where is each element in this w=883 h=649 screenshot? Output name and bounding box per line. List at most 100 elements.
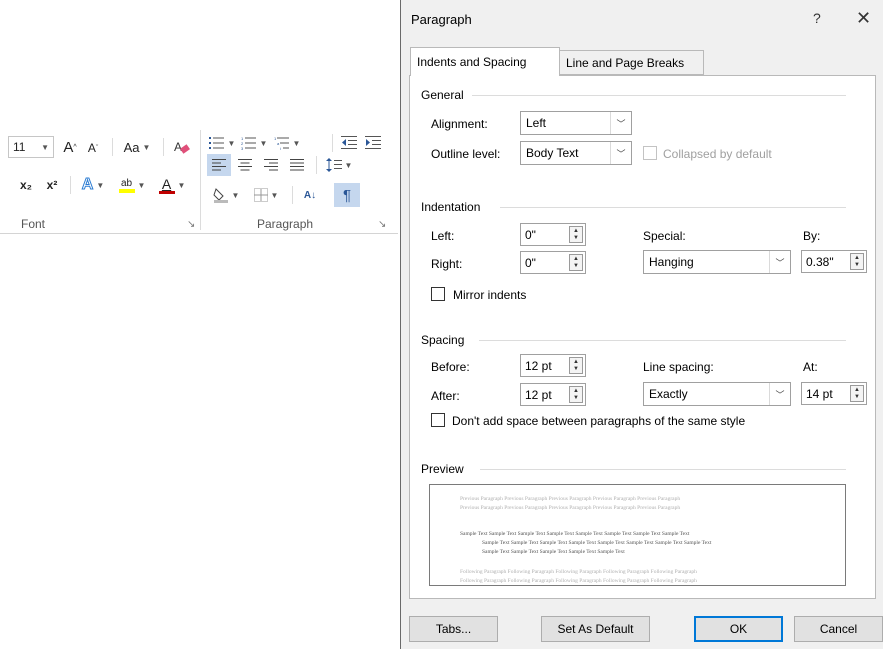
spin-up-icon[interactable]: ▲ bbox=[570, 358, 582, 366]
set-as-default-button[interactable]: Set As Default bbox=[541, 616, 650, 642]
spin-down-icon[interactable]: ▼ bbox=[851, 394, 863, 402]
alignment-select[interactable]: Left ﹀ bbox=[520, 111, 632, 135]
outline-level-label: Outline level: bbox=[431, 147, 501, 161]
help-icon[interactable]: ? bbox=[813, 10, 821, 26]
collapsed-by-default-checkbox[interactable] bbox=[643, 146, 657, 160]
borders-button[interactable]: ▼ bbox=[248, 184, 284, 206]
bullets-button[interactable]: ▼ bbox=[208, 132, 236, 154]
preview-sample-line: Sample Text Sample Text Sample Text Samp… bbox=[482, 540, 712, 546]
spin-buttons[interactable]: ▲ ▼ bbox=[850, 253, 864, 270]
preview-following-line: Following Paragraph Following Paragraph … bbox=[460, 569, 697, 575]
numbering-icon: 123 bbox=[241, 136, 256, 150]
paragraph-dialog-launcher-icon[interactable]: ↘ bbox=[378, 219, 386, 230]
before-spinner[interactable]: 12 pt ▲ ▼ bbox=[520, 354, 586, 377]
spin-up-icon[interactable]: ▲ bbox=[570, 255, 582, 263]
multilevel-list-button[interactable]: 1 a i ▼ bbox=[272, 132, 302, 154]
left-indent-spinner[interactable]: 0" ▲ ▼ bbox=[520, 223, 586, 246]
ok-button[interactable]: OK bbox=[694, 616, 783, 642]
preview-box: Previous Paragraph Previous Paragraph Pr… bbox=[429, 484, 846, 586]
align-center-button[interactable] bbox=[233, 154, 257, 176]
justify-button[interactable] bbox=[285, 154, 309, 176]
line-spacing-select[interactable]: Exactly ﹀ bbox=[643, 382, 791, 406]
spin-down-icon[interactable]: ▼ bbox=[851, 262, 863, 270]
right-indent-spinner[interactable]: 0" ▲ ▼ bbox=[520, 251, 586, 274]
dont-add-space-checkbox[interactable] bbox=[431, 413, 445, 427]
mirror-indents-checkbox[interactable] bbox=[431, 287, 445, 301]
show-hide-marks-button[interactable]: ¶ bbox=[334, 183, 360, 207]
spin-buttons[interactable]: ▲ ▼ bbox=[850, 385, 864, 402]
at-spinner[interactable]: 14 pt ▲ ▼ bbox=[801, 382, 867, 405]
spin-up-icon[interactable]: ▲ bbox=[570, 227, 582, 235]
align-left-button[interactable] bbox=[207, 154, 231, 176]
left-indent-value: 0" bbox=[525, 228, 536, 242]
spin-up-icon[interactable]: ▲ bbox=[570, 387, 582, 395]
close-icon[interactable]: ✕ bbox=[856, 8, 871, 29]
svg-text:i: i bbox=[280, 146, 281, 150]
spin-down-icon[interactable]: ▼ bbox=[570, 366, 582, 374]
spin-down-icon[interactable]: ▼ bbox=[570, 395, 582, 403]
tabs-button[interactable]: Tabs... bbox=[409, 616, 498, 642]
superscript-button[interactable]: x² bbox=[40, 174, 64, 196]
chevron-down-icon[interactable]: ﹀ bbox=[769, 251, 790, 273]
tab-line-and-page-breaks[interactable]: Line and Page Breaks bbox=[559, 50, 704, 75]
after-spinner[interactable]: 12 pt ▲ ▼ bbox=[520, 383, 586, 406]
paragraph-group-label: Paragraph bbox=[257, 217, 314, 231]
font-size-box[interactable]: 11 ▼ bbox=[8, 136, 54, 158]
special-label: Special: bbox=[643, 229, 686, 243]
font-dialog-launcher-icon[interactable]: ↘ bbox=[187, 219, 195, 230]
change-case-label: Aa bbox=[123, 139, 140, 155]
spin-buttons[interactable]: ▲ ▼ bbox=[569, 254, 583, 271]
line-spacing-button[interactable]: ▼ bbox=[322, 154, 356, 176]
highlight-swatch bbox=[118, 188, 135, 193]
ribbon-divider bbox=[70, 176, 71, 194]
chevron-down-icon[interactable]: ﹀ bbox=[769, 383, 790, 405]
chevron-down-icon[interactable]: ﹀ bbox=[610, 112, 631, 134]
chevron-down-icon: ▼ bbox=[227, 138, 236, 148]
increase-indent-button[interactable] bbox=[362, 132, 384, 154]
chevron-down-icon: ▼ bbox=[344, 160, 353, 170]
spin-buttons[interactable]: ▲ ▼ bbox=[569, 357, 583, 374]
chevron-down-icon: ▼ bbox=[292, 138, 301, 148]
spin-buttons[interactable]: ▲ ▼ bbox=[569, 386, 583, 403]
borders-icon bbox=[253, 188, 268, 202]
chevron-down-icon[interactable]: ﹀ bbox=[610, 142, 631, 164]
at-label: At: bbox=[803, 360, 818, 374]
sort-button[interactable]: A↓ bbox=[298, 184, 322, 206]
text-effects-button[interactable]: A ▼ bbox=[76, 174, 110, 196]
spin-down-icon[interactable]: ▼ bbox=[570, 235, 582, 243]
shading-button[interactable]: ▼ bbox=[208, 184, 244, 206]
change-case-button[interactable]: Aa ▼ bbox=[118, 136, 156, 158]
grow-font-button[interactable]: A ^ bbox=[60, 136, 80, 158]
cancel-button[interactable]: Cancel bbox=[794, 616, 883, 642]
preview-following-line: Following Paragraph Following Paragraph … bbox=[460, 578, 697, 584]
preview-sample-line: Sample Text Sample Text Sample Text Samp… bbox=[460, 531, 690, 537]
spin-buttons[interactable]: ▲ ▼ bbox=[569, 226, 583, 243]
outline-level-value: Body Text bbox=[526, 146, 579, 160]
special-select[interactable]: Hanging ﹀ bbox=[643, 250, 791, 274]
shrink-font-button[interactable]: Aˇ bbox=[84, 138, 102, 158]
spin-up-icon[interactable]: ▲ bbox=[851, 254, 863, 262]
numbering-button[interactable]: 1 2 3 ▼ bbox=[240, 132, 268, 154]
align-right-button[interactable] bbox=[259, 154, 283, 176]
ribbon-home: 11 ▼ A ^ Aˇ Aa ▼ A ▼ 1 2 3 ▼ 1 a i ▼ x₂ x² A ▼ ab… bbox=[0, 122, 398, 234]
decrease-indent-button[interactable] bbox=[338, 132, 360, 154]
outline-level-select[interactable]: Body Text ﹀ bbox=[520, 141, 632, 165]
chevron-down-icon: ▼ bbox=[231, 190, 240, 200]
clear-formatting-button[interactable]: A bbox=[170, 136, 192, 158]
general-heading: General bbox=[421, 88, 464, 102]
subscript-label: x₂ bbox=[19, 178, 32, 192]
spin-up-icon[interactable]: ▲ bbox=[851, 386, 863, 394]
by-spinner[interactable]: 0.38" ▲ ▼ bbox=[801, 250, 867, 273]
chevron-down-icon: ▼ bbox=[270, 190, 279, 200]
chevron-down-icon: ▼ bbox=[259, 138, 268, 148]
spin-down-icon[interactable]: ▼ bbox=[570, 263, 582, 271]
line-spacing-icon bbox=[325, 158, 342, 172]
svg-text:A: A bbox=[174, 140, 182, 154]
subscript-button[interactable]: x₂ bbox=[14, 174, 38, 196]
tab-label: Indents and Spacing bbox=[417, 55, 527, 69]
font-color-button[interactable]: A ▼ bbox=[154, 174, 190, 196]
font-size-dropdown-icon[interactable]: ▼ bbox=[41, 143, 49, 152]
clear-formatting-icon: A bbox=[174, 140, 190, 154]
tab-indents-and-spacing[interactable]: Indents and Spacing bbox=[410, 47, 560, 76]
highlight-color-button[interactable]: ab ▼ bbox=[114, 174, 150, 196]
